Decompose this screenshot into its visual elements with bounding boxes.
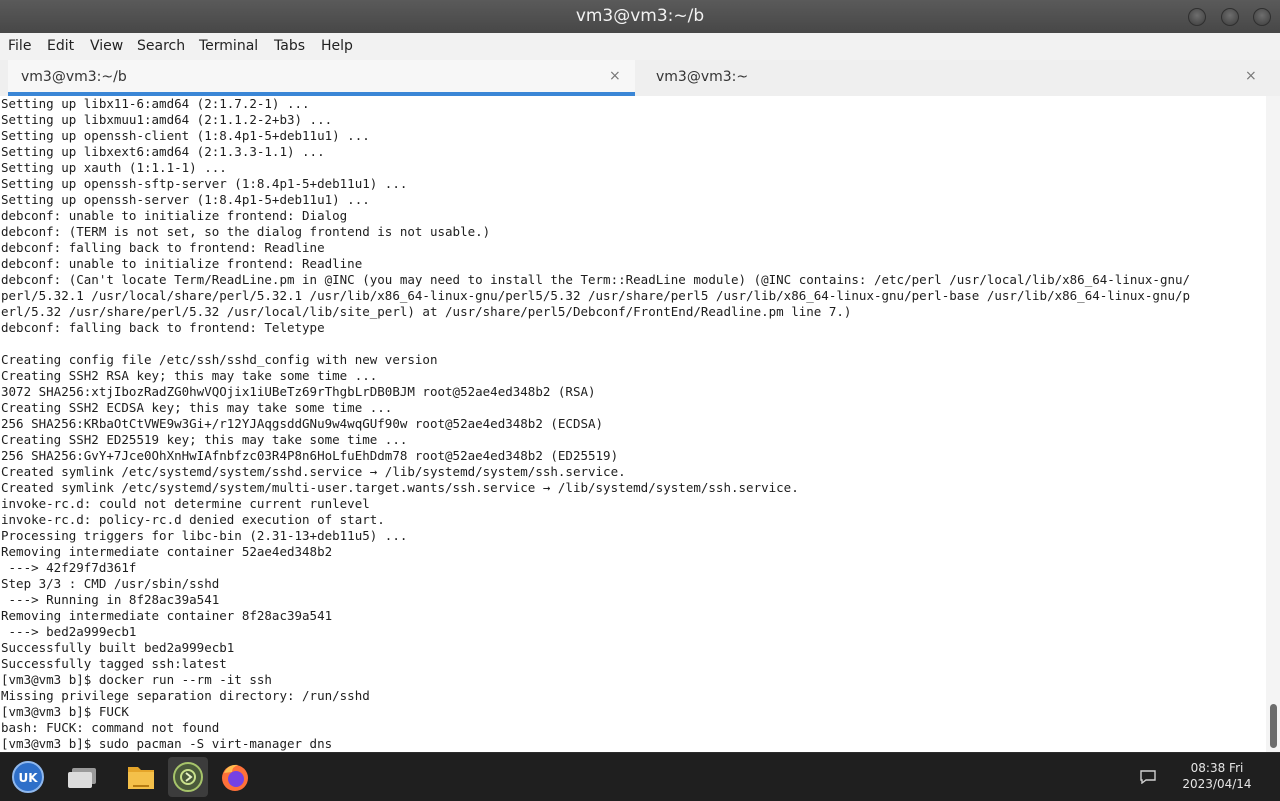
terminal-line: Created symlink /etc/systemd/system/mult…: [1, 480, 799, 495]
terminal-line: ---> Running in 8f28ac39a541: [1, 592, 220, 607]
terminal-line: Created symlink /etc/systemd/system/sshd…: [1, 464, 626, 479]
terminal-line: Successfully tagged ssh:latest: [1, 656, 227, 671]
terminal-output[interactable]: Setting up libx11-6:amd64 (2:1.7.2-1) ..…: [0, 96, 1266, 752]
close-icon[interactable]: ×: [1245, 68, 1257, 84]
terminal-line: invoke-rc.d: policy-rc.d denied executio…: [1, 512, 385, 527]
clock-time: 08:38 Fri: [1190, 761, 1244, 775]
terminal-line: debconf: (TERM is not set, so the dialog…: [1, 224, 491, 239]
clock-date: 2023/04/14: [1182, 777, 1252, 791]
terminal-line: Removing intermediate container 8f28ac39…: [1, 608, 333, 623]
terminal-line: Creating SSH2 RSA key; this may take som…: [1, 368, 378, 383]
terminal-line: Removing intermediate container 52ae4ed3…: [1, 544, 333, 559]
tab-vm3-b[interactable]: vm3@vm3:~/b ×: [8, 60, 635, 96]
terminal-line: Setting up openssh-sftp-server (1:8.4p1-…: [1, 176, 408, 191]
terminal-line: 3072 SHA256:xtjIbozRadZG0hwVQOjix1iUBeTz…: [1, 384, 596, 399]
terminal-line: bash: FUCK: command not found: [1, 720, 220, 735]
menu-terminal[interactable]: Terminal: [199, 38, 258, 54]
window-title: vm3@vm3:~/b: [575, 6, 705, 26]
terminal-line: debconf: falling back to frontend: Telet…: [1, 320, 325, 335]
menu-file[interactable]: File: [8, 38, 31, 54]
terminal-icon[interactable]: [168, 757, 208, 797]
terminal-line: Step 3/3 : CMD /usr/sbin/sshd: [1, 576, 220, 591]
firefox-icon[interactable]: [215, 757, 255, 797]
taskbar: UK 08:38 Fri 2023/04/14: [0, 752, 1280, 801]
maximize-button[interactable]: [1221, 8, 1239, 26]
terminal-line: Setting up openssh-server (1:8.4p1-5+deb…: [1, 192, 370, 207]
terminal-line: 256 SHA256:KRbaOtCtVWE9w3Gi+/r12YJAqgsdd…: [1, 416, 604, 431]
tab-label: vm3@vm3:~: [656, 69, 749, 85]
minimize-button[interactable]: [1188, 8, 1206, 26]
terminal-line: debconf: unable to initialize frontend: …: [1, 208, 348, 223]
terminal-line: Creating config file /etc/ssh/sshd_confi…: [1, 352, 438, 367]
terminal-text: Setting up libx11-6:amd64 (2:1.7.2-1) ..…: [0, 96, 1266, 752]
menu-search[interactable]: Search: [137, 38, 185, 54]
menu-view[interactable]: View: [90, 38, 123, 54]
terminal-line: Setting up xauth (1:1.1-1) ...: [1, 160, 227, 175]
terminal-line: ---> bed2a999ecb1: [1, 624, 137, 639]
scrollbar-thumb[interactable]: [1270, 704, 1277, 748]
close-icon[interactable]: ×: [609, 68, 621, 84]
terminal-line: perl/5.32.1 /usr/local/share/perl/5.32.1…: [1, 288, 1191, 303]
clock[interactable]: 08:38 Fri 2023/04/14: [1172, 760, 1262, 792]
terminal-line: Setting up libx11-6:amd64 (2:1.7.2-1) ..…: [1, 96, 310, 111]
terminal-line: Creating SSH2 ECDSA key; this may take s…: [1, 400, 393, 415]
terminal-line: debconf: falling back to frontend: Readl…: [1, 240, 325, 255]
start-menu-icon[interactable]: UK: [8, 757, 48, 797]
file-manager-icon[interactable]: [121, 757, 161, 797]
terminal-line: Setting up openssh-client (1:8.4p1-5+deb…: [1, 128, 370, 143]
tab-label: vm3@vm3:~/b: [21, 69, 127, 85]
terminal-line: debconf: (Can't locate Term/ReadLine.pm …: [1, 272, 1191, 287]
terminal-line: Missing privilege separation directory: …: [1, 688, 370, 703]
terminal-line: [vm3@vm3 b]$ docker run --rm -it ssh: [1, 672, 272, 687]
terminal-line: erl/5.32 /usr/share/perl/5.32 /usr/local…: [1, 304, 852, 319]
menu-bar: File Edit View Search Terminal Tabs Help: [0, 33, 1280, 60]
terminal-line: Processing triggers for libc-bin (2.31-1…: [1, 528, 408, 543]
terminal-line: 256 SHA256:GvY+7Jce0OhXnHwIAfnbfzc03R4P8…: [1, 448, 619, 463]
menu-help[interactable]: Help: [321, 38, 353, 54]
notification-icon[interactable]: [1140, 769, 1156, 785]
desktop-icon[interactable]: [62, 757, 102, 797]
terminal-line: Setting up libxext6:amd64 (2:1.3.3-1.1) …: [1, 144, 325, 159]
terminal-line: Successfully built bed2a999ecb1: [1, 640, 235, 655]
tab-vm3-home[interactable]: vm3@vm3:~ ×: [643, 60, 1271, 96]
terminal-line: Creating SSH2 ED25519 key; this may take…: [1, 432, 408, 447]
terminal-line: [vm3@vm3 b]$ FUCK: [1, 704, 129, 719]
terminal-line: invoke-rc.d: could not determine current…: [1, 496, 370, 511]
tab-bar: vm3@vm3:~/b × vm3@vm3:~ ×: [0, 60, 1280, 97]
terminal-line: [vm3@vm3 b]$ sudo pacman -S virt-manager…: [1, 736, 333, 751]
close-window-button[interactable]: [1253, 8, 1271, 26]
scrollbar[interactable]: [1266, 96, 1280, 752]
menu-edit[interactable]: Edit: [47, 38, 74, 54]
menu-tabs[interactable]: Tabs: [274, 38, 305, 54]
terminal-line: ---> 42f29f7d361f: [1, 560, 137, 575]
terminal-line: Setting up libxmuu1:amd64 (2:1.1.2-2+b3)…: [1, 112, 333, 127]
svg-text:UK: UK: [18, 771, 38, 785]
terminal-line: debconf: unable to initialize frontend: …: [1, 256, 363, 271]
window-titlebar: vm3@vm3:~/b: [0, 0, 1280, 33]
